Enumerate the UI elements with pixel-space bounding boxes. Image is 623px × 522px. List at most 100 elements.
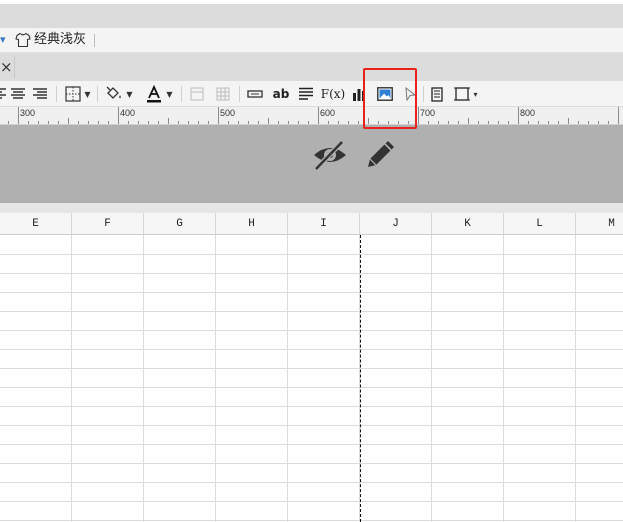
spreadsheet-grid[interactable]: E F G H I J K L M <box>0 213 623 522</box>
fill-color-dropdown[interactable]: ▼ <box>103 84 135 104</box>
row-gridline <box>0 311 623 312</box>
paragraph-button[interactable] <box>297 84 315 104</box>
ruler-tick <box>108 121 109 124</box>
horizontal-ruler: 300 400 500 600 700 800 <box>0 107 623 125</box>
theme-bar: ▾ 经典浅灰 <box>0 28 623 53</box>
cell-area[interactable] <box>0 235 623 522</box>
text-field-button[interactable] <box>245 84 265 104</box>
highlight-annotation-box <box>363 68 417 129</box>
row-gridline <box>0 444 623 445</box>
ruler-tick <box>228 121 229 124</box>
close-tab-icon[interactable]: × <box>0 57 14 77</box>
ruler-tick <box>178 121 179 124</box>
formula-label: F(x) <box>320 87 346 101</box>
ruler-tick <box>208 121 209 124</box>
ruler-tick <box>538 121 539 124</box>
align-left-button[interactable] <box>0 84 6 104</box>
font-color-dropdown[interactable]: ▼ <box>142 84 176 104</box>
ruler-tick <box>468 118 469 124</box>
eye-slash-icon[interactable] <box>312 139 348 171</box>
column-header-j[interactable]: J <box>360 213 432 235</box>
chevron-down-icon: ▾ <box>473 89 478 99</box>
align-center-button[interactable] <box>10 84 26 104</box>
ruler-tick <box>168 118 169 124</box>
ruler-label: 500 <box>220 108 236 118</box>
tab-bar: × <box>0 53 623 81</box>
column-gridline <box>71 235 72 522</box>
ruler-tick <box>58 121 59 124</box>
ruler-tick <box>128 121 129 124</box>
column-gridline <box>215 235 216 522</box>
split-cells-button[interactable] <box>214 84 232 104</box>
theme-separator <box>94 34 95 47</box>
text-wrap-button[interactable]: ab <box>270 84 292 104</box>
theme-label[interactable]: 经典浅灰 <box>34 32 86 48</box>
toolbar-separator <box>239 86 240 102</box>
column-header-l[interactable]: L <box>504 213 576 235</box>
row-gridline <box>0 254 623 255</box>
ruler-tick <box>148 121 149 124</box>
toolbar-separator <box>56 86 57 102</box>
chevron-down-icon: ▼ <box>166 89 173 99</box>
column-header-m[interactable]: M <box>576 213 623 235</box>
ruler-tick <box>438 121 439 124</box>
column-header-h[interactable]: H <box>216 213 288 235</box>
column-header-i[interactable]: I <box>288 213 360 235</box>
ruler-tick <box>418 107 419 124</box>
row-gridline <box>0 368 623 369</box>
ruler-tick <box>548 121 549 124</box>
ruler-tick <box>288 121 289 124</box>
collapse-arrow-icon[interactable]: ▾ <box>0 33 6 47</box>
formula-button[interactable]: F(x) <box>321 84 345 104</box>
ruler-tick <box>318 107 319 124</box>
toolbar-separator <box>423 86 424 102</box>
column-gridline <box>503 235 504 522</box>
ruler-tick <box>238 121 239 124</box>
shirt-icon[interactable] <box>15 32 31 48</box>
ruler-tick <box>598 121 599 124</box>
ruler-tick <box>248 121 249 124</box>
ruler-tick <box>478 121 479 124</box>
ruler-label: 600 <box>320 108 336 118</box>
ruler-tick <box>608 121 609 124</box>
toolbar-separator <box>181 86 182 102</box>
ruler-tick <box>258 121 259 124</box>
ruler-tick <box>308 121 309 124</box>
row-gridline <box>0 520 623 521</box>
column-gridline <box>143 235 144 522</box>
align-right-button[interactable] <box>32 84 48 104</box>
column-gridline <box>287 235 288 522</box>
column-header-g[interactable]: G <box>144 213 216 235</box>
toolbar-separator <box>97 86 98 102</box>
ruler-tick <box>508 121 509 124</box>
frame-dropdown[interactable]: ▾ <box>453 84 479 104</box>
border-dropdown[interactable]: ▼ <box>62 84 94 104</box>
ruler-tick <box>278 121 279 124</box>
format-toolbar: ▼ ▼ ▼ ab F(x) ▾ <box>0 81 623 107</box>
ruler-tick <box>138 121 139 124</box>
chevron-down-icon: ▼ <box>84 89 91 99</box>
ruler-tick <box>158 121 159 124</box>
ruler-tick <box>68 118 69 124</box>
ruler-tick <box>28 121 29 124</box>
column-header-e[interactable]: E <box>0 213 72 235</box>
merge-cells-button[interactable] <box>188 84 206 104</box>
ruler-tick <box>38 121 39 124</box>
ruler-tick <box>568 118 569 124</box>
ruler-tick <box>338 121 339 124</box>
ruler-tick <box>488 121 489 124</box>
pencil-icon[interactable] <box>364 137 398 171</box>
page-setup-button[interactable] <box>429 84 445 104</box>
panel-gap <box>0 203 623 213</box>
column-header-k[interactable]: K <box>432 213 504 235</box>
tab-divider <box>14 56 15 78</box>
ruler-tick <box>498 121 499 124</box>
ruler-tick <box>118 107 119 124</box>
column-gridline <box>431 235 432 522</box>
row-gridline <box>0 501 623 502</box>
column-header-f[interactable]: F <box>72 213 144 235</box>
row-gridline <box>0 425 623 426</box>
row-gridline <box>0 292 623 293</box>
row-gridline <box>0 273 623 274</box>
ruler-tick <box>588 121 589 124</box>
